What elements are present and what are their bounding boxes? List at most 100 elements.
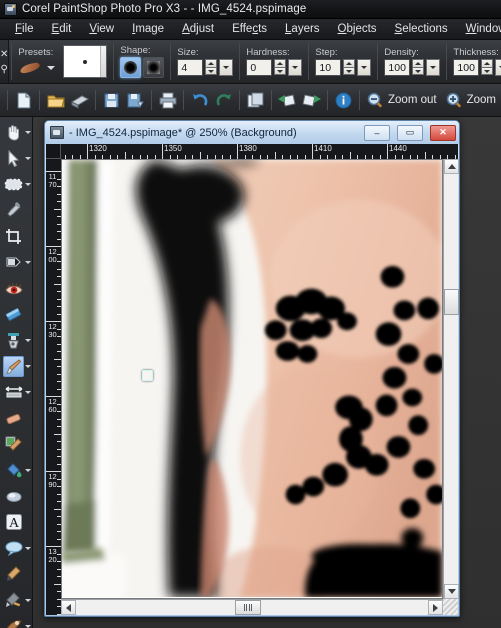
step-stepper[interactable]: [343, 59, 356, 76]
menu-window[interactable]: Window: [457, 21, 501, 37]
stepper-down-icon[interactable]: [274, 67, 287, 75]
hardness-stepper[interactable]: [274, 59, 287, 76]
restore-button[interactable]: ▭: [397, 124, 423, 141]
shape-round-button[interactable]: [120, 57, 142, 78]
chevron-down-icon[interactable]: [25, 130, 31, 134]
stepper-up-icon[interactable]: [205, 59, 218, 67]
thickness-input[interactable]: 100: [453, 59, 480, 76]
stepper-down-icon[interactable]: [205, 67, 218, 75]
zoom-out-label[interactable]: Zoom out: [388, 94, 437, 106]
paint-brush-tool[interactable]: [0, 353, 32, 379]
eraser-tool[interactable]: [0, 405, 32, 431]
options-bar-grip[interactable]: ✕ ⚲: [0, 40, 10, 83]
redo-icon[interactable]: [212, 87, 235, 114]
toolbar-grip[interactable]: [7, 90, 8, 110]
menu-layers[interactable]: Layers: [276, 21, 329, 37]
preview-scrollbar[interactable]: [100, 46, 107, 77]
stepper-up-icon[interactable]: [412, 59, 425, 67]
crop-tool[interactable]: [0, 223, 32, 249]
dropper-tool[interactable]: [0, 197, 32, 223]
size-input[interactable]: 4: [177, 59, 204, 76]
warp-tool[interactable]: [0, 379, 32, 405]
stepper-up-icon[interactable]: [481, 59, 494, 67]
pen-tool[interactable]: [0, 561, 32, 587]
menu-view[interactable]: View: [80, 21, 123, 37]
hardness-dropdown-button[interactable]: [288, 59, 303, 76]
minimize-button[interactable]: –: [364, 124, 390, 141]
brush-stroke-icon[interactable]: [18, 59, 44, 77]
smudge-tool[interactable]: [0, 483, 32, 509]
stepper-down-icon[interactable]: [412, 67, 425, 75]
scroll-down-button[interactable]: [444, 584, 459, 599]
size-dropdown-button[interactable]: [219, 59, 234, 76]
brush-tip-preview[interactable]: [63, 45, 108, 78]
duplicate-icon[interactable]: [244, 87, 267, 114]
stepper-up-icon[interactable]: [274, 59, 287, 67]
red-eye-tool[interactable]: [0, 275, 32, 301]
shape-square-button[interactable]: [143, 57, 165, 78]
preset-shape-tool[interactable]: [0, 535, 32, 561]
image-canvas[interactable]: [61, 159, 443, 599]
straighten-tool[interactable]: [0, 249, 32, 275]
vector-tool[interactable]: [0, 587, 32, 613]
chevron-down-icon[interactable]: [25, 338, 31, 342]
menu-selections[interactable]: Selections: [386, 21, 457, 37]
horizontal-scroll-thumb[interactable]: [235, 600, 261, 615]
stepper-down-icon[interactable]: [481, 67, 494, 75]
zoom-in-label[interactable]: Zoom: [467, 94, 496, 106]
scroll-right-button[interactable]: [428, 600, 443, 615]
stepper-up-icon[interactable]: [343, 59, 356, 67]
horizontal-scrollbar[interactable]: [61, 599, 443, 615]
menu-image[interactable]: Image: [123, 21, 173, 37]
chevron-down-icon[interactable]: [25, 468, 31, 472]
chevron-down-icon[interactable]: [47, 65, 56, 70]
deform-tool[interactable]: [0, 613, 32, 628]
pin-icon[interactable]: ⚲: [1, 64, 8, 75]
step-input[interactable]: 10: [315, 59, 342, 76]
thickness-dropdown-button[interactable]: [495, 59, 501, 76]
vertical-scrollbar[interactable]: [443, 159, 459, 599]
pan-tool[interactable]: [0, 119, 32, 145]
rotate-left-icon[interactable]: [276, 87, 299, 114]
hardness-input[interactable]: 0: [246, 59, 273, 76]
menu-effects[interactable]: Effects: [223, 21, 276, 37]
thickness-stepper[interactable]: [481, 59, 494, 76]
density-dropdown-button[interactable]: [426, 59, 441, 76]
chevron-down-icon[interactable]: [25, 390, 31, 394]
makeover-tool[interactable]: [0, 301, 32, 327]
zoom-in-icon[interactable]: [443, 87, 466, 114]
clone-tool[interactable]: [0, 327, 32, 353]
flood-fill-tool[interactable]: [0, 457, 32, 483]
chevron-down-icon[interactable]: [25, 546, 31, 550]
browse-icon[interactable]: [68, 87, 91, 114]
chevron-down-icon[interactable]: [25, 182, 31, 186]
info-icon[interactable]: [332, 87, 355, 114]
chevron-down-icon[interactable]: [25, 364, 31, 368]
color-replacer-tool[interactable]: [0, 431, 32, 457]
scroll-up-button[interactable]: [444, 159, 459, 174]
density-input[interactable]: 100: [384, 59, 411, 76]
size-stepper[interactable]: [205, 59, 218, 76]
chevron-down-icon[interactable]: [25, 156, 31, 160]
zoom-out-icon[interactable]: [364, 87, 387, 114]
menu-edit[interactable]: Edit: [43, 21, 81, 37]
chevron-down-icon[interactable]: [25, 624, 31, 628]
menu-objects[interactable]: Objects: [329, 21, 386, 37]
selection-tool[interactable]: [0, 171, 32, 197]
menu-adjust[interactable]: Adjust: [173, 21, 223, 37]
stepper-down-icon[interactable]: [343, 67, 356, 75]
text-tool[interactable]: A: [0, 509, 32, 535]
step-dropdown-button[interactable]: [357, 59, 372, 76]
density-stepper[interactable]: [412, 59, 425, 76]
pick-tool[interactable]: [0, 145, 32, 171]
chevron-down-icon[interactable]: [25, 260, 31, 264]
undo-icon[interactable]: [188, 87, 211, 114]
new-icon[interactable]: [12, 87, 35, 114]
close-icon[interactable]: ✕: [0, 49, 8, 60]
scroll-left-button[interactable]: [61, 600, 76, 615]
vertical-scroll-thumb[interactable]: [444, 289, 459, 315]
open-folder-icon[interactable]: [44, 87, 67, 114]
chevron-down-icon[interactable]: [25, 598, 31, 602]
menu-file[interactable]: File: [6, 21, 43, 37]
document-title-bar[interactable]: - IMG_4524.pspimage* @ 250% (Background)…: [45, 121, 459, 144]
